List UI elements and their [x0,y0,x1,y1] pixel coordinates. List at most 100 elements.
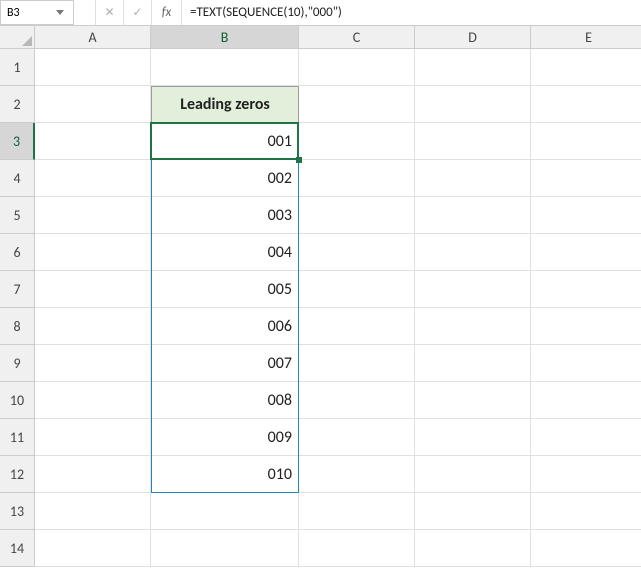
cell-D1[interactable] [415,49,531,86]
cell-D6[interactable] [415,234,531,271]
column-header-D[interactable]: D [415,26,531,49]
row-header-8[interactable]: 8 [0,308,35,345]
row-header-9[interactable]: 9 [0,345,35,382]
cell-A10[interactable] [35,382,151,419]
cell-A1[interactable] [35,49,151,86]
fx-button[interactable]: fx [152,0,182,25]
cell-C14[interactable] [299,530,415,567]
row-header-5[interactable]: 5 [0,197,35,234]
cell-E12[interactable] [531,456,641,493]
cell-E14[interactable] [531,530,641,567]
row-header-3[interactable]: 3 [0,123,35,160]
row-header-7[interactable]: 7 [0,271,35,308]
cell-E4[interactable] [531,160,641,197]
cell-C10[interactable] [299,382,415,419]
cell-D7[interactable] [415,271,531,308]
row-header-2[interactable]: 2 [0,86,35,123]
cell-A4[interactable] [35,160,151,197]
row-header-1[interactable]: 1 [0,49,35,86]
row-header-6[interactable]: 6 [0,234,35,271]
cell-A13[interactable] [35,493,151,530]
row-header-13[interactable]: 13 [0,493,35,530]
cell-D10[interactable] [415,382,531,419]
cell-D14[interactable] [415,530,531,567]
cell-D2[interactable] [415,86,531,123]
cell-E7[interactable] [531,271,641,308]
row-header-14[interactable]: 14 [0,530,35,567]
cell-C4[interactable] [299,160,415,197]
row-header-12[interactable]: 12 [0,456,35,493]
cell-B14[interactable] [151,530,299,567]
cell-C11[interactable] [299,419,415,456]
cell-E5[interactable] [531,197,641,234]
cell-B11[interactable]: 009 [151,419,299,456]
column-header-C[interactable]: C [299,26,415,49]
cell-D11[interactable] [415,419,531,456]
row-header-10[interactable]: 10 [0,382,35,419]
cell-E11[interactable] [531,419,641,456]
cell-E2[interactable] [531,86,641,123]
select-all-corner[interactable] [0,26,35,49]
row-header-11[interactable]: 11 [0,419,35,456]
cell-B12[interactable]: 010 [151,456,299,493]
cell-A6[interactable] [35,234,151,271]
cell-B8[interactable]: 006 [151,308,299,345]
cell-D12[interactable] [415,456,531,493]
cell-B2[interactable]: Leading zeros [151,86,299,123]
cell-D13[interactable] [415,493,531,530]
cell-E3[interactable] [531,123,641,160]
cell-E13[interactable] [531,493,641,530]
cell-B7[interactable]: 005 [151,271,299,308]
chevron-down-icon[interactable] [53,6,67,20]
cell-C1[interactable] [299,49,415,86]
cell-A5[interactable] [35,197,151,234]
cell-B13[interactable] [151,493,299,530]
cell-C2[interactable] [299,86,415,123]
row-header-4[interactable]: 4 [0,160,35,197]
cell-A2[interactable] [35,86,151,123]
cell-C12[interactable] [299,456,415,493]
cell-B9[interactable]: 007 [151,345,299,382]
cell-A14[interactable] [35,530,151,567]
cell-B3[interactable]: 001 [151,123,299,160]
cell-A12[interactable] [35,456,151,493]
formula-input[interactable]: =TEXT(SEQUENCE(10),"000") [182,0,641,25]
column-headers: ABCDE [35,26,641,49]
cell-C9[interactable] [299,345,415,382]
formula-spacer [74,0,96,25]
cell-C6[interactable] [299,234,415,271]
cell-C7[interactable] [299,271,415,308]
fx-icon: fx [162,5,172,20]
cell-C8[interactable] [299,308,415,345]
cell-E1[interactable] [531,49,641,86]
column-header-E[interactable]: E [531,26,641,49]
cell-D4[interactable] [415,160,531,197]
name-box[interactable]: B3 [0,0,74,25]
column-header-A[interactable]: A [35,26,151,49]
cell-C13[interactable] [299,493,415,530]
cell-A8[interactable] [35,308,151,345]
cell-D3[interactable] [415,123,531,160]
cell-E8[interactable] [531,308,641,345]
cell-B5[interactable]: 003 [151,197,299,234]
cell-B4[interactable]: 002 [151,160,299,197]
column-header-B[interactable]: B [151,26,299,49]
row-headers: 1234567891011121314 [0,49,35,567]
cell-B1[interactable] [151,49,299,86]
cell-A3[interactable] [35,123,151,160]
cancel-button[interactable]: ✕ [96,0,124,25]
cell-D9[interactable] [415,345,531,382]
cell-C5[interactable] [299,197,415,234]
cell-E10[interactable] [531,382,641,419]
cell-A9[interactable] [35,345,151,382]
cell-D8[interactable] [415,308,531,345]
cell-E9[interactable] [531,345,641,382]
cell-C3[interactable] [299,123,415,160]
cell-B10[interactable]: 008 [151,382,299,419]
enter-button[interactable]: ✓ [124,0,152,25]
cell-B6[interactable]: 004 [151,234,299,271]
cell-A7[interactable] [35,271,151,308]
cell-A11[interactable] [35,419,151,456]
cell-E6[interactable] [531,234,641,271]
cell-D5[interactable] [415,197,531,234]
